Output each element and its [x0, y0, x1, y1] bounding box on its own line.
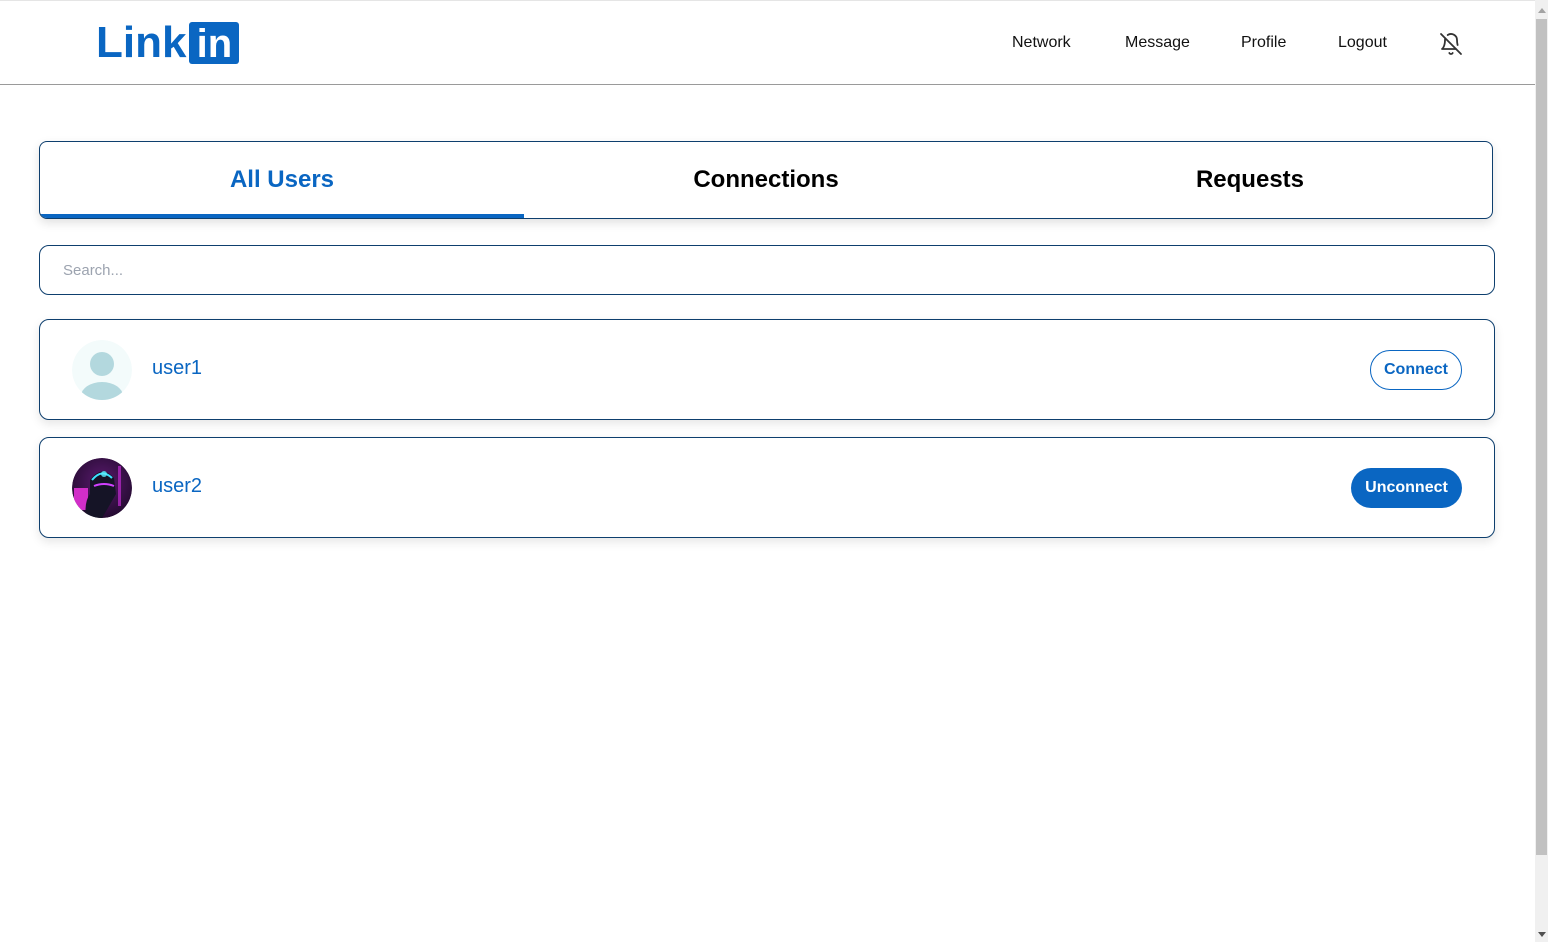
tab-bar: All Users Connections Requests — [39, 141, 1493, 219]
connect-button[interactable]: Connect — [1370, 350, 1462, 390]
user-name[interactable]: user2 — [152, 475, 202, 498]
logo-text: Link — [96, 18, 187, 67]
tab-all-users[interactable]: All Users — [40, 142, 524, 218]
navbar: Link in Network Message Profile Logout — [0, 1, 1535, 85]
nav-link-network[interactable]: Network — [1012, 34, 1071, 52]
user-card: user1 Connect — [39, 319, 1495, 420]
logo-box: in — [189, 22, 240, 64]
scroll-down-arrow-icon[interactable] — [1538, 932, 1546, 937]
nav-link-message[interactable]: Message — [1125, 34, 1190, 52]
avatar-user-photo — [72, 458, 132, 518]
user-name[interactable]: user1 — [152, 357, 202, 380]
scrollbar[interactable] — [1535, 0, 1548, 942]
tab-requests[interactable]: Requests — [1008, 142, 1492, 218]
avatar-default — [72, 340, 132, 400]
logo[interactable]: Link in — [96, 18, 240, 67]
bell-off-icon[interactable] — [1439, 32, 1463, 56]
search-input[interactable] — [39, 245, 1495, 295]
nav-link-profile[interactable]: Profile — [1241, 34, 1286, 52]
tab-connections[interactable]: Connections — [524, 142, 1008, 218]
nav-link-logout[interactable]: Logout — [1338, 34, 1387, 52]
scrollbar-thumb[interactable] — [1536, 19, 1547, 855]
scroll-up-arrow-icon[interactable] — [1538, 8, 1546, 13]
user-card: user2 Unconnect — [39, 437, 1495, 538]
unconnect-button[interactable]: Unconnect — [1351, 468, 1462, 508]
